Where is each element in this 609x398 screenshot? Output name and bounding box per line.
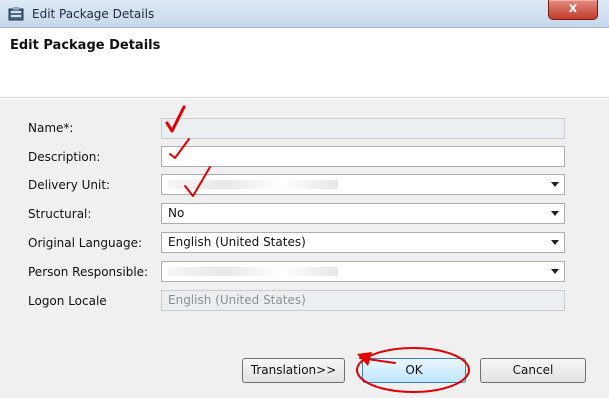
person-responsible-label: Person Responsible: (28, 265, 149, 279)
logon-locale-label: Logon Locale (28, 294, 107, 308)
original-language-label: Original Language: (28, 236, 143, 250)
package-icon (8, 7, 24, 21)
description-field[interactable] (161, 146, 565, 167)
delivery-unit-label: Delivery Unit: (28, 178, 111, 192)
name-label: Name*: (28, 121, 74, 135)
redacted-value (168, 267, 338, 276)
redacted-value (168, 180, 338, 189)
name-field[interactable] (161, 118, 565, 139)
ok-button[interactable]: OK (362, 358, 466, 383)
logon-locale-field: English (United States) (161, 290, 565, 311)
description-label: Description: (28, 150, 101, 164)
person-responsible-select[interactable] (161, 261, 565, 282)
edit-package-dialog: Edit Package Details x Edit Package Deta… (0, 0, 609, 398)
structural-label: Structural: (28, 207, 92, 221)
chevron-down-icon[interactable] (551, 182, 559, 187)
chevron-down-icon[interactable] (551, 211, 559, 216)
original-language-value: English (United States) (168, 235, 306, 249)
cancel-button[interactable]: Cancel (480, 358, 586, 383)
delivery-unit-select[interactable] (161, 174, 565, 195)
original-language-select[interactable]: English (United States) (161, 232, 565, 253)
chevron-down-icon[interactable] (551, 240, 559, 245)
close-icon: x (568, 1, 578, 16)
structural-value: No (168, 206, 185, 220)
window-title: Edit Package Details (32, 7, 155, 21)
logon-locale-value: English (United States) (168, 293, 306, 307)
dialog-heading: Edit Package Details (10, 38, 161, 53)
structural-select[interactable]: No (161, 203, 565, 224)
dialog-header: Edit Package Details (0, 28, 609, 98)
translation-button[interactable]: Translation>> (242, 358, 345, 383)
title-bar[interactable]: Edit Package Details x (0, 0, 609, 28)
chevron-down-icon[interactable] (551, 269, 559, 274)
close-button[interactable]: x (548, 0, 598, 20)
